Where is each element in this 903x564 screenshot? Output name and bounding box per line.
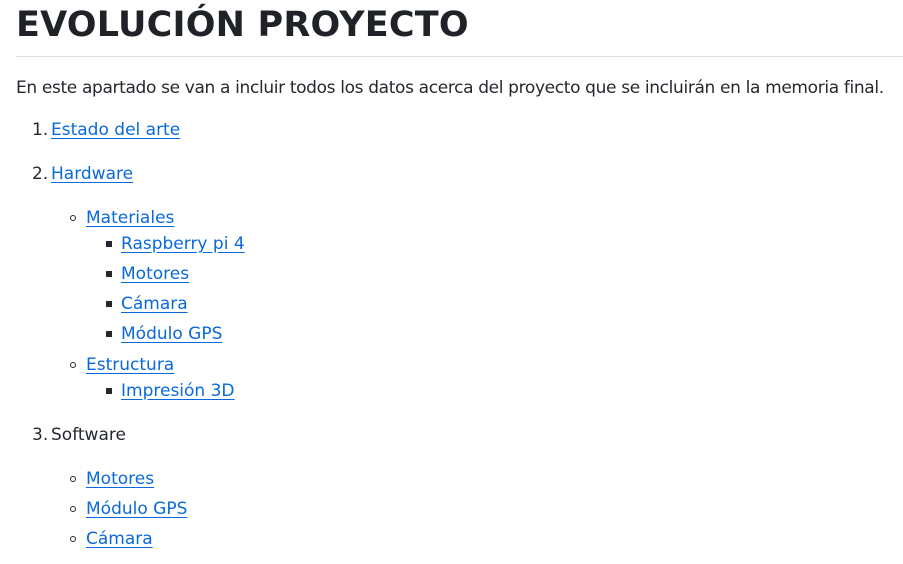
link-materiales[interactable]: Materiales [86,208,174,228]
hardware-sublist: Materiales Raspberry pi 4 Motores Cámara… [16,205,903,404]
link-motores-hw[interactable]: Motores [121,264,189,284]
sublist-container: Impresión 3D [16,378,903,404]
sublist-container: Raspberry pi 4 Motores Cámara Módulo GPS [16,231,903,347]
list-item: Materiales [16,205,903,231]
project-outline-list: 1. Estado del arte 2. Hardware Materiale… [16,117,903,552]
intro-paragraph: En este apartado se van a incluir todos … [16,78,884,98]
square-bullet [106,271,112,277]
software-sublist: Motores Módulo GPS Cámara [16,466,903,552]
link-estado-del-arte[interactable]: Estado del arte [51,120,180,140]
link-impresion-3d[interactable]: Impresión 3D [121,381,235,401]
link-motores-sw[interactable]: Motores [86,469,154,489]
list-item: Cámara [16,291,903,317]
page-content: EVOLUCIÓN PROYECTO En este apartado se v… [0,0,903,564]
square-bullet [106,301,112,307]
list-number: 2. [32,164,49,184]
link-hardware[interactable]: Hardware [51,164,133,184]
software-label: Software [51,425,126,445]
list-item: Cámara [16,526,903,552]
list-item: 2. Hardware [16,161,903,187]
list-item: Motores [16,466,903,492]
link-camara-sw[interactable]: Cámara [86,529,153,549]
estructura-sublist: Impresión 3D [16,378,903,404]
link-camara-hw[interactable]: Cámara [121,294,188,314]
sublist-container: Motores Módulo GPS Cámara [16,466,903,552]
link-modulo-gps-hw[interactable]: Módulo GPS [121,324,222,344]
square-bullet [106,331,112,337]
list-item: Módulo GPS [16,496,903,522]
circle-bullet [70,215,76,221]
list-item: Impresión 3D [16,378,903,404]
circle-bullet [70,506,76,512]
list-item: Módulo GPS [16,321,903,347]
link-raspberry-pi-4[interactable]: Raspberry pi 4 [121,234,245,254]
list-item: Raspberry pi 4 [16,231,903,257]
circle-bullet [70,476,76,482]
link-modulo-gps-sw[interactable]: Módulo GPS [86,499,187,519]
circle-bullet [70,536,76,542]
list-item: 1. Estado del arte [16,117,903,143]
list-item: Motores [16,261,903,287]
sublist-container: Materiales Raspberry pi 4 Motores Cámara… [16,205,903,404]
title-divider [16,56,903,57]
list-item: 3. Software [16,422,903,448]
page-title: EVOLUCIÓN PROYECTO [16,5,469,45]
circle-bullet [70,362,76,368]
link-estructura[interactable]: Estructura [86,355,174,375]
list-item: Estructura [16,352,903,378]
materiales-sublist: Raspberry pi 4 Motores Cámara Módulo GPS [16,231,903,347]
square-bullet [106,388,112,394]
square-bullet [106,241,112,247]
list-number: 3. [32,425,49,445]
list-number: 1. [32,120,49,140]
